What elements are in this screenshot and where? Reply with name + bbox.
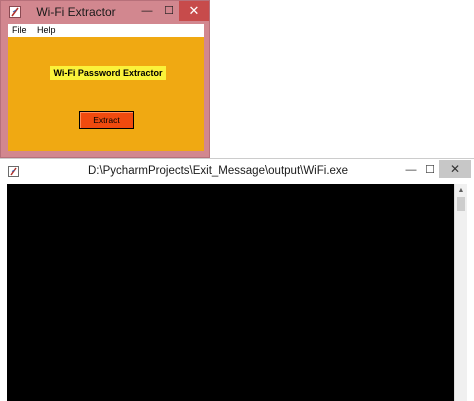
console-maximize-button[interactable]: ☐ — [422, 160, 438, 180]
console-scrollbar[interactable]: ▲ — [454, 184, 467, 401]
menu-help[interactable]: Help — [33, 24, 60, 37]
minimize-button[interactable]: — — [137, 1, 157, 21]
close-button[interactable]: ✕ — [179, 1, 209, 21]
tk-window: Wi-Fi Extractor — ☐ ✕ File Help Wi-Fi Pa… — [0, 0, 210, 158]
console-window: D:\PycharmProjects\Exit_Message\output\W… — [0, 158, 474, 401]
console-minimize-button[interactable]: — — [400, 160, 422, 180]
tk-feather-icon — [8, 166, 19, 177]
app-client-area: Wi-Fi Password Extractor Extract — [8, 37, 204, 151]
tk-titlebar[interactable]: Wi-Fi Extractor — ☐ ✕ — [1, 1, 209, 24]
scrollbar-thumb[interactable] — [457, 197, 465, 211]
scroll-up-arrow-icon[interactable]: ▲ — [455, 186, 467, 196]
console-close-button[interactable]: ✕ — [439, 160, 471, 178]
extract-button[interactable]: Extract — [79, 111, 134, 129]
menu-bar: File Help — [8, 24, 204, 37]
window-title: Wi-Fi Extractor — [36, 5, 116, 19]
maximize-button[interactable]: ☐ — [159, 1, 179, 21]
console-output-area[interactable] — [7, 184, 454, 401]
console-titlebar[interactable]: D:\PycharmProjects\Exit_Message\output\W… — [0, 159, 474, 184]
app-heading-label: Wi-Fi Password Extractor — [50, 66, 166, 80]
menu-file[interactable]: File — [8, 24, 31, 37]
console-title: D:\PycharmProjects\Exit_Message\output\W… — [87, 165, 349, 177]
